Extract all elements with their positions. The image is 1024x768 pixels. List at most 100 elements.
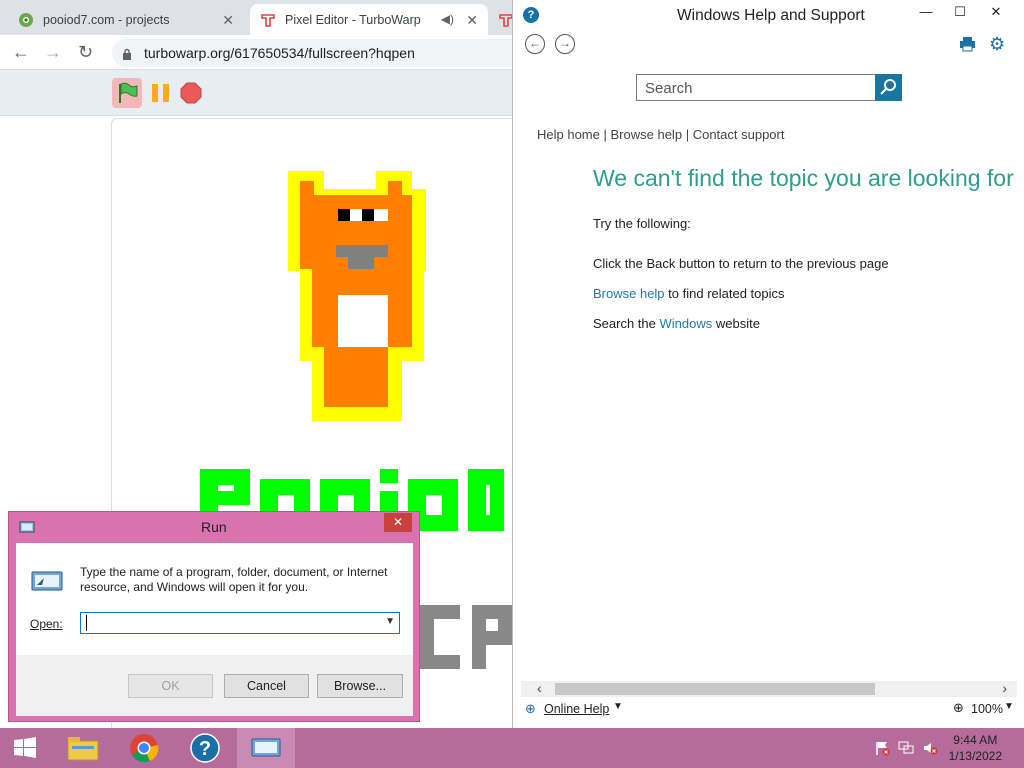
tab-title: Pixel Editor - TurboWarp xyxy=(285,12,421,27)
windows-logo-icon xyxy=(14,737,36,758)
network-icon[interactable] xyxy=(898,740,914,759)
taskbar: ? 9:44 AM 1/13/2022 xyxy=(0,728,1024,768)
ok-button[interactable]: OK xyxy=(128,674,213,698)
separator: | xyxy=(603,127,607,142)
tab-strip: pooiod7.com - projects ✕ Pixel Editor - … xyxy=(0,0,514,35)
chrome-icon xyxy=(130,734,159,763)
back-arrow-icon[interactable]: ← xyxy=(12,43,30,61)
run-program-icon xyxy=(30,568,64,597)
open-combobox[interactable]: ▼ xyxy=(80,612,400,634)
tab-close-icon[interactable]: ✕ xyxy=(466,12,478,29)
browse-help-link[interactable]: Browse help xyxy=(611,127,683,142)
taskbar-chrome[interactable] xyxy=(115,728,173,768)
forward-arrow-icon[interactable]: → xyxy=(44,43,62,61)
zoom-level[interactable]: 100% xyxy=(971,702,1003,716)
taskbar-run[interactable] xyxy=(237,728,295,768)
start-button[interactable] xyxy=(0,728,50,768)
search-button[interactable] xyxy=(875,74,902,101)
svg-text:?: ? xyxy=(199,738,211,760)
tab-pixel-editor[interactable]: Pixel Editor - TurboWarp ◀) ✕ xyxy=(250,4,488,35)
contact-support-link[interactable]: Contact support xyxy=(693,127,785,142)
url-text: turbowarp.org/617650534/fullscreen?hqpen xyxy=(144,45,415,61)
help-window-title: Windows Help and Support xyxy=(677,7,865,24)
run-dialog: Run ✕ Type the name of a program, folder… xyxy=(8,511,420,722)
search-windows-instruction: Search the Windows website xyxy=(593,316,760,331)
browse-instruction-text: to find related topics xyxy=(668,286,785,301)
search-instruction-suffix: website xyxy=(715,316,760,331)
turbowarp-icon xyxy=(260,12,276,28)
action-center-flag-icon[interactable] xyxy=(874,740,890,759)
volume-muted-icon[interactable] xyxy=(922,740,938,759)
close-button[interactable]: ✕ xyxy=(981,2,1011,24)
turbowarp-controls-bar xyxy=(0,70,514,116)
browse-instruction: Browse help to find related topics xyxy=(593,286,785,301)
gear-icon[interactable]: ⚙ xyxy=(989,35,1005,53)
scroll-right-icon[interactable]: › xyxy=(1002,680,1007,696)
windows-website-link[interactable]: Windows xyxy=(660,316,713,331)
help-heading: We can't find the topic you are looking … xyxy=(593,165,1014,191)
address-bar: ← → ↻ turbowarp.org/617650534/fullscreen… xyxy=(0,35,514,70)
taskbar-file-explorer[interactable] xyxy=(54,728,112,768)
scroll-left-icon[interactable]: ‹ xyxy=(537,680,542,696)
browse-button[interactable]: Browse... xyxy=(317,674,403,698)
green-flag-icon xyxy=(119,82,138,103)
search-instruction-prefix: Search the xyxy=(593,316,656,331)
chevron-down-icon[interactable]: ▼ xyxy=(385,616,395,627)
run-body: Type the name of a program, folder, docu… xyxy=(16,543,413,655)
system-clock[interactable]: 9:44 AM 1/13/2022 xyxy=(949,732,1002,764)
gray-pixel-text xyxy=(420,605,512,669)
help-title-bar: ? Windows Help and Support — ☐ ✕ xyxy=(513,0,1024,30)
windows-help-window: ? Windows Help and Support — ☐ ✕ ← → ⚙ S… xyxy=(512,0,1024,728)
maximize-button[interactable]: ☐ xyxy=(945,2,975,24)
open-label: Open: xyxy=(30,617,63,631)
lock-icon xyxy=(122,47,132,60)
help-status-bar: ⊕ Online Help ▼ ⊕ 100% ▼ xyxy=(513,698,1024,720)
tab-pooiod7-projects[interactable]: pooiod7.com - projects ✕ xyxy=(8,4,244,35)
pause-button[interactable] xyxy=(150,82,172,104)
online-help-icon: ⊕ xyxy=(525,701,536,716)
text-cursor xyxy=(86,615,87,631)
tab-title: pooiod7.com - projects xyxy=(43,12,170,27)
run-description: Type the name of a program, folder, docu… xyxy=(80,565,388,594)
cancel-button[interactable]: Cancel xyxy=(224,674,309,698)
scrollbar-thumb[interactable] xyxy=(555,683,875,695)
browse-help-inline-link[interactable]: Browse help xyxy=(593,286,665,301)
help-home-link[interactable]: Help home xyxy=(537,127,600,142)
close-button[interactable]: ✕ xyxy=(384,513,412,532)
search-icon xyxy=(880,79,896,95)
help-icon: ? xyxy=(523,7,539,23)
taskbar-help[interactable]: ? xyxy=(176,728,234,768)
tab-close-icon[interactable]: ✕ xyxy=(222,12,234,29)
stop-icon xyxy=(180,82,202,104)
chevron-down-icon[interactable]: ▼ xyxy=(613,701,623,712)
run-button-row: OK Cancel Browse... xyxy=(16,655,413,716)
folder-icon xyxy=(67,737,99,761)
online-help-menu[interactable]: Online Help xyxy=(544,702,609,716)
forward-arrow-icon[interactable]: → xyxy=(555,34,575,54)
green-flag-button[interactable] xyxy=(112,78,142,108)
help-nav-links: Help home | Browse help | Contact suppor… xyxy=(537,127,784,142)
speaker-icon[interactable]: ◀) xyxy=(441,12,454,26)
back-arrow-icon[interactable]: ← xyxy=(525,34,545,54)
print-icon[interactable] xyxy=(959,36,976,55)
run-title: Run xyxy=(201,519,227,535)
back-instruction-text: Click the Back button to return to the p… xyxy=(593,256,889,271)
run-title-bar: Run ✕ xyxy=(9,512,419,542)
separator: | xyxy=(685,127,690,142)
minimize-button[interactable]: — xyxy=(911,2,941,24)
horizontal-scrollbar[interactable]: ‹ › xyxy=(521,680,1017,697)
zoom-icon[interactable]: ⊕ xyxy=(953,700,964,716)
reload-icon[interactable]: ↻ xyxy=(78,43,93,61)
run-icon xyxy=(19,520,35,536)
clock-time: 9:44 AM xyxy=(953,733,998,747)
globe-icon xyxy=(18,12,34,28)
chevron-down-icon[interactable]: ▼ xyxy=(1004,701,1014,712)
help-search-input[interactable]: Search xyxy=(636,74,876,101)
run-program-icon xyxy=(251,738,281,757)
stop-button[interactable] xyxy=(180,82,202,104)
tab-turbowarp-partial[interactable] xyxy=(492,4,514,35)
pause-icon xyxy=(152,84,169,102)
clock-date: 1/13/2022 xyxy=(948,749,1002,763)
url-field[interactable]: turbowarp.org/617650534/fullscreen?hqpen xyxy=(112,39,514,67)
help-icon: ? xyxy=(190,733,220,763)
